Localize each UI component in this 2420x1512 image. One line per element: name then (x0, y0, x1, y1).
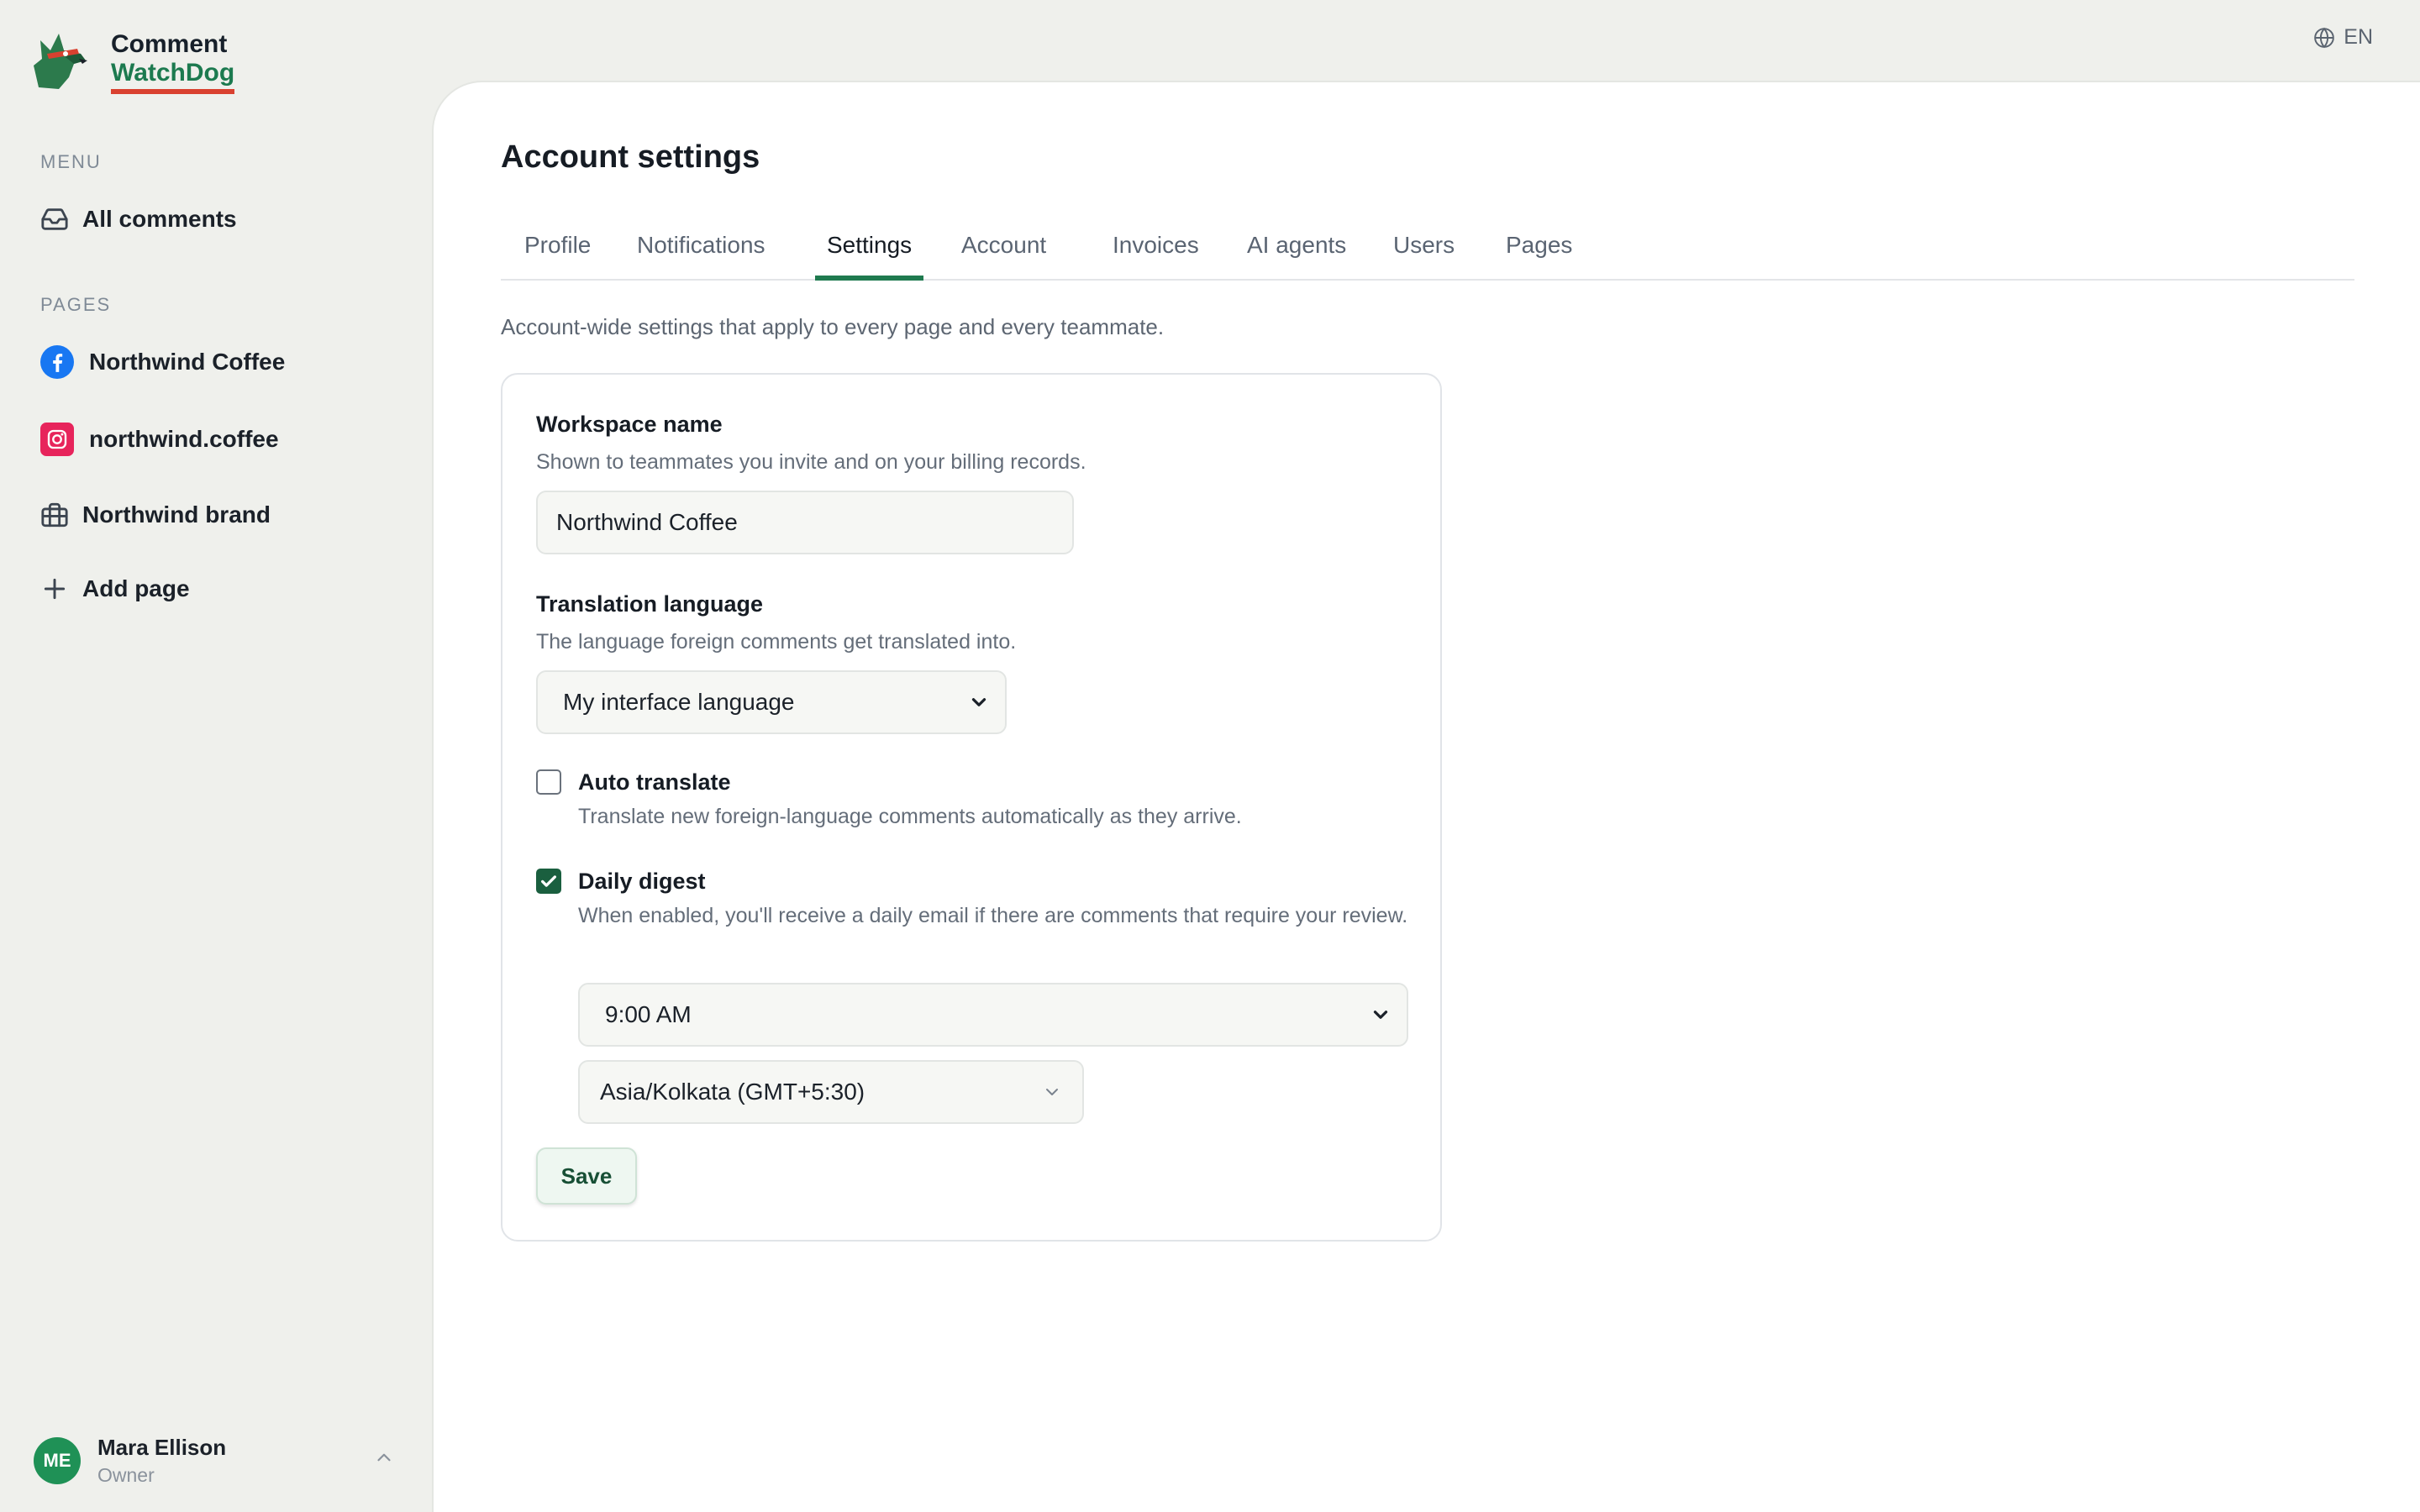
user-menu[interactable]: ME Mara Ellison Owner (34, 1435, 226, 1487)
checkmark-icon (541, 875, 556, 887)
translation-language-select[interactable]: My interface language (536, 670, 1007, 734)
main-panel: Account settings Profile Notifications S… (432, 81, 2420, 1512)
tab-users[interactable]: Users (1381, 232, 1466, 281)
language-switcher[interactable]: EN (2313, 25, 2373, 50)
translation-language-label: Translation language (536, 591, 764, 617)
tab-account[interactable]: Account (950, 232, 1058, 281)
chevron-down-icon (1046, 1089, 1058, 1095)
workspace-name-help: Shown to teammates you invite and on you… (536, 450, 1086, 474)
workspace-name-label: Workspace name (536, 412, 723, 437)
plus-icon (40, 572, 69, 606)
watchdog-logo-icon (34, 34, 87, 89)
auto-translate-checkbox[interactable] (536, 769, 561, 795)
tab-profile[interactable]: Profile (513, 232, 602, 281)
chevron-up-icon[interactable] (373, 1446, 395, 1468)
inbox-icon (40, 202, 69, 236)
user-name: Mara Ellison (97, 1435, 227, 1460)
sidebar: Comment WatchDog MENU All comments PAGES… (0, 0, 430, 1512)
daily-digest-help: When enabled, you'll receive a daily ema… (578, 904, 1408, 927)
daily-digest-label: Daily digest (578, 869, 706, 894)
globe-icon (2314, 27, 2335, 48)
settings-description: Account-wide settings that apply to ever… (501, 314, 1165, 339)
tab-notifications[interactable]: Notifications (625, 232, 777, 281)
sidebar-item-instagram-page[interactable]: northwind.coffee (40, 418, 279, 460)
auto-translate-help: Translate new foreign-language comments … (578, 805, 1242, 828)
add-page-button[interactable]: Add page (40, 568, 190, 610)
translation-language-value: My interface language (563, 689, 795, 715)
tab-invoices[interactable]: Invoices (1101, 232, 1211, 281)
tab-settings[interactable]: Settings (815, 232, 924, 281)
brand-name-line1: Comment (111, 30, 228, 58)
page-title: Account settings (501, 139, 760, 175)
avatar: ME (34, 1437, 81, 1484)
timezone-select[interactable]: Asia/Kolkata (GMT+5:30) (578, 1060, 1084, 1124)
pages-section-label: PAGES (40, 294, 112, 315)
settings-card: Workspace name Shown to teammates you in… (501, 373, 1442, 1242)
tab-pages[interactable]: Pages (1494, 232, 1584, 281)
brand-name-line2: WatchDog (111, 59, 235, 94)
translation-language-help: The language foreign comments get transl… (536, 630, 1017, 654)
sidebar-item-label: Northwind Coffee (89, 349, 286, 375)
add-page-label: Add page (82, 575, 190, 601)
digest-time-value: 9:00 AM (605, 1001, 692, 1027)
sidebar-item-label: Northwind brand (82, 501, 271, 528)
facebook-icon (40, 345, 74, 379)
chevron-down-icon (971, 698, 986, 706)
sidebar-item-facebook-page[interactable]: Northwind Coffee (40, 341, 285, 383)
sidebar-item-all-comments[interactable]: All comments (40, 198, 237, 240)
auto-translate-label: Auto translate (578, 769, 731, 795)
brand-logo[interactable]: Comment WatchDog (27, 29, 235, 96)
settings-tabs: Profile Notifications Settings Account I… (501, 232, 2354, 281)
instagram-icon (40, 423, 74, 456)
workspace-name-input[interactable] (536, 491, 1074, 554)
sidebar-item-brand-page[interactable]: Northwind brand (40, 494, 271, 536)
sidebar-item-label: northwind.coffee (89, 426, 279, 452)
daily-digest-checkbox[interactable] (536, 869, 561, 894)
menu-section-label: MENU (40, 151, 102, 172)
save-button[interactable]: Save (536, 1147, 637, 1205)
digest-time-select[interactable]: 9:00 AM (578, 983, 1408, 1047)
timezone-value: Asia/Kolkata (GMT+5:30) (600, 1079, 865, 1105)
briefcase-icon (40, 498, 69, 532)
language-code: EN (2344, 25, 2373, 49)
sidebar-item-label: All comments (82, 206, 237, 232)
tab-ai-agents[interactable]: AI agents (1235, 232, 1358, 281)
user-role: Owner (97, 1464, 155, 1486)
chevron-down-icon (1373, 1011, 1388, 1019)
